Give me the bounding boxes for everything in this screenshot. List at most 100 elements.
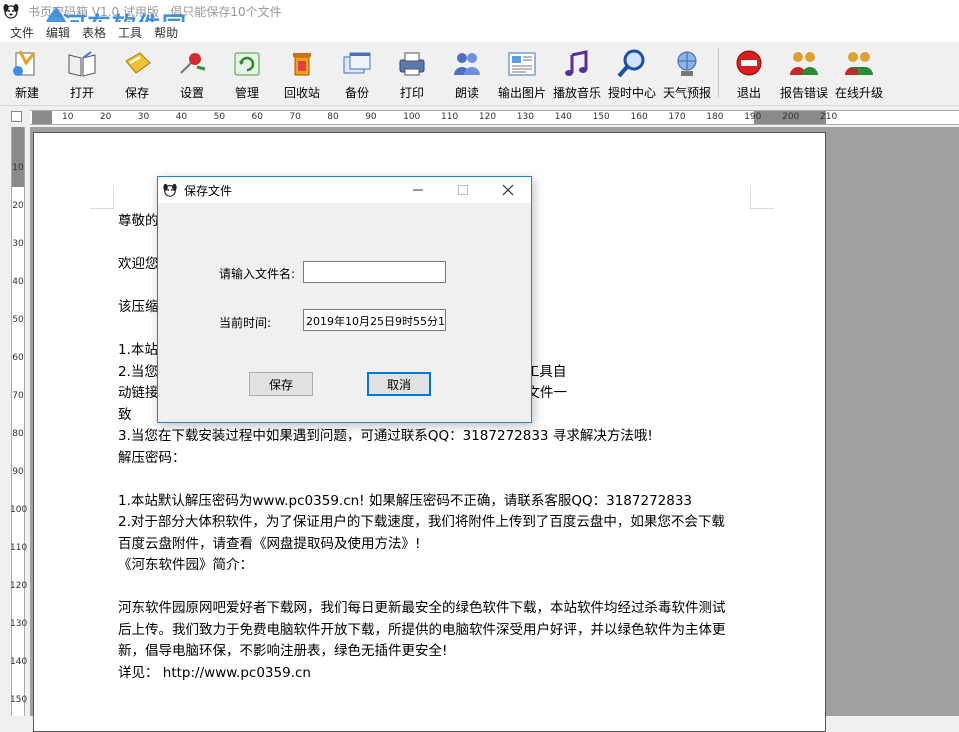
- weather-icon: [677, 51, 697, 76]
- document-line: 详见： http://www.pc0359.cn: [118, 664, 311, 681]
- open-book-icon: [68, 51, 96, 77]
- export-image-button[interactable]: 输出图片: [495, 46, 549, 102]
- ruler-margin-top: [12, 127, 24, 187]
- ruler-tick-label: 120: [478, 112, 497, 122]
- menu-help[interactable]: 帮助: [148, 24, 184, 41]
- ruler-tick-label: 70: [289, 112, 301, 122]
- document-line: 《河东软件园》简介：: [118, 557, 253, 573]
- recycle-bin-icon: [293, 53, 311, 76]
- ruler-tick-label: 20: [12, 201, 24, 211]
- settings-button[interactable]: 设置: [165, 46, 219, 102]
- document-line: 后上传。我们致力于免费电脑软件开放下载，所提供的电脑软件深受用户好评，并以绿色软…: [118, 621, 726, 638]
- new-button[interactable]: 新建: [0, 46, 54, 102]
- current-time-label: 当前时间:: [219, 316, 272, 330]
- manage-refresh-icon: [234, 52, 260, 76]
- ruler-tick-label: 70: [12, 391, 24, 401]
- ruler-tick-label: 100: [403, 112, 421, 122]
- export-image-icon: [508, 52, 536, 76]
- maximize-button[interactable]: [441, 177, 485, 203]
- dialog-title: 保存文件: [184, 183, 233, 198]
- recycle-bin-button[interactable]: 回收站: [275, 46, 329, 102]
- ruler-tick-label: 20: [99, 112, 112, 122]
- manage-button[interactable]: 管理: [220, 46, 274, 102]
- magnifier-icon: [617, 49, 645, 78]
- menu-edit[interactable]: 编辑: [40, 24, 76, 41]
- backup-windows-icon: [343, 52, 371, 74]
- speaker-people-icon: [454, 53, 480, 75]
- printer-icon: [399, 52, 425, 76]
- ruler-tick-label: 160: [630, 112, 648, 122]
- new-doc-icon: [13, 50, 36, 76]
- vertical-ruler[interactable]: 10 20 30 40 50 60 70 80 90 100 110 120 130 140 150: [10, 127, 28, 716]
- save-file-dialog: 保存文件 请输入文件名: 当前时间: 2019年10月25日9时55分15秒 保…: [157, 176, 532, 423]
- ruler-tick-label: 140: [10, 657, 28, 667]
- dialog-save-button[interactable]: 保存: [249, 372, 313, 396]
- backup-button[interactable]: 备份: [330, 46, 384, 102]
- document-line: 3.当您在下载安装过程中如果遇到问题，可通过联系QQ：3187272833 寻求…: [118, 428, 653, 444]
- online-upgrade-icon: [845, 52, 873, 75]
- time-center-button[interactable]: 授时中心: [605, 46, 659, 102]
- ruler-tick-label: 210: [820, 112, 838, 122]
- ruler-tick-label: 140: [554, 112, 572, 122]
- ruler-tick-label: 40: [12, 277, 24, 287]
- ruler-tick-label: 80: [12, 429, 24, 439]
- play-music-button[interactable]: 播放音乐: [550, 46, 604, 102]
- toolbar-separator: [718, 48, 719, 98]
- save-button[interactable]: 保存: [110, 46, 164, 102]
- close-button[interactable]: [486, 177, 530, 203]
- document-line: 2.对于部分大体积软件，为了保证用户的下载速度，我们将附件上传到了百度云盘中，如…: [118, 514, 725, 530]
- ruler-tick-label: 30: [12, 239, 24, 249]
- open-button[interactable]: 打开: [55, 46, 109, 102]
- ruler-tick-label: 50: [12, 315, 24, 325]
- app-dog-icon: [3, 4, 19, 19]
- menu-table[interactable]: 表格: [76, 24, 112, 41]
- ruler-tick-label: 90: [12, 467, 24, 477]
- ruler-tick-label: 80: [327, 112, 339, 122]
- ruler-tick-label: 110: [441, 112, 459, 122]
- horizontal-ruler[interactable]: 10 20 30 40 50 60 70 80 90 100 110 120 130 140 150 160 1…: [30, 110, 959, 125]
- document-line: 1.本站默认解压密码为www.pc0359.cn! 如果解压密码不正确，请联系客…: [118, 492, 693, 509]
- ruler-tick-label: 10: [62, 112, 74, 122]
- ruler-tick-label: 130: [516, 112, 534, 122]
- ruler-tick-label: 130: [10, 619, 28, 629]
- ruler-margin-left: [32, 111, 52, 124]
- menu-tools[interactable]: 工具: [112, 24, 148, 41]
- maximize-icon: [458, 185, 468, 195]
- document-line: 新，倡导电脑环保，不影响注册表，绿色无插件更安全!: [118, 643, 448, 659]
- ruler-tick-label: 120: [10, 581, 28, 591]
- exit-button[interactable]: 退出: [722, 46, 776, 102]
- title-bar: 书页密码箱 V1.0 试用版 倡只能保存10个文件: [0, 0, 959, 22]
- minimize-icon: [413, 189, 423, 191]
- ruler-tick-label: 110: [10, 543, 28, 553]
- read-aloud-button[interactable]: 朗读: [440, 46, 494, 102]
- settings-pin-icon: [180, 53, 206, 74]
- ruler-tick-label: 60: [12, 353, 24, 363]
- current-time-field: 2019年10月25日9时55分15秒: [303, 309, 446, 331]
- document-line: 百度云盘附件，请查看《网盘提取码及使用方法》!: [118, 535, 421, 552]
- ruler-tick-label: 200: [782, 112, 800, 122]
- window-title: 书页密码箱 V1.0 试用版 倡只能保存10个文件: [28, 4, 282, 19]
- weather-button[interactable]: 天气预报: [660, 46, 714, 102]
- ruler-tick-label: 170: [668, 112, 686, 122]
- dialog-cancel-button[interactable]: 取消: [367, 372, 431, 396]
- ruler-tick-label: 150: [10, 695, 28, 705]
- ruler-corner: [0, 108, 30, 126]
- dialog-dog-icon: [163, 183, 177, 197]
- dialog-title-bar[interactable]: 保存文件: [158, 177, 531, 203]
- online-upgrade-button[interactable]: 在线升级: [832, 46, 886, 102]
- crop-mark-top-left: [90, 185, 114, 209]
- ruler-tick-label: 190: [744, 112, 762, 122]
- filename-input[interactable]: [303, 261, 446, 283]
- menu-file[interactable]: 文件: [4, 24, 40, 41]
- save-disk-icon: [125, 52, 151, 74]
- ruler-tick-label: 180: [706, 112, 724, 122]
- report-error-button[interactable]: 报告错误: [777, 46, 831, 102]
- document-line: 河东软件园原网吧爱好者下载网，我们每日更新最安全的绿色软件下载，本站软件均经过杀…: [118, 600, 726, 616]
- minimize-button[interactable]: [396, 177, 440, 203]
- menu-bar: 文件 编辑 表格 工具 帮助: [0, 22, 959, 42]
- print-button[interactable]: 打印: [385, 46, 439, 102]
- toolbar: 新建 打开 保存 设置 管理 回收站 备份 打印 朗读 输出图片 播放音乐 授时…: [0, 42, 959, 106]
- close-icon: [502, 184, 514, 196]
